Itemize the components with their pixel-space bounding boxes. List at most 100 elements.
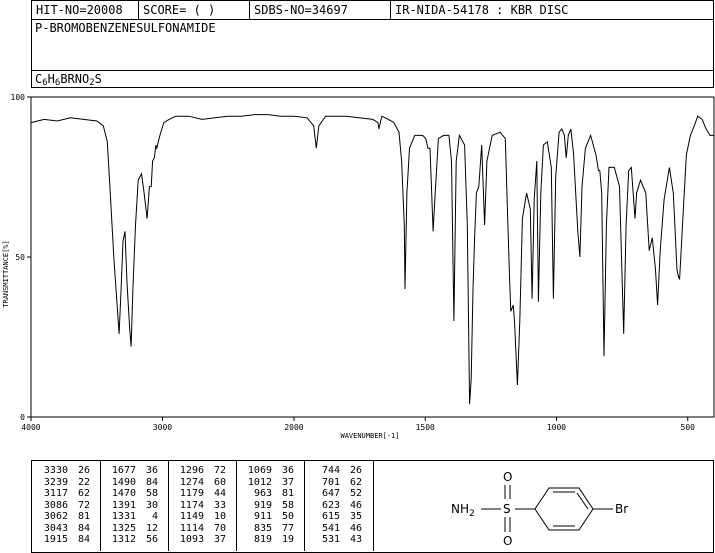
- compound-name: P-BROMOBENZENESULFONAMIDE: [35, 21, 216, 35]
- peak-transmittance: 22: [77, 476, 90, 488]
- peak-wavenumber: 3117: [43, 488, 68, 499]
- peak-transmittance: 72: [213, 465, 226, 476]
- peak-wavenumber: 1179: [179, 488, 204, 499]
- peak-wavenumber: 615: [321, 511, 340, 522]
- peak-transmittance: 10: [213, 511, 226, 522]
- peak-row: 1093 37: [168, 534, 236, 545]
- peak-wavenumber: 819: [253, 534, 272, 545]
- peak-transmittance: 81: [281, 488, 294, 499]
- peak-wavenumber: 701: [321, 476, 340, 488]
- peak-transmittance: 35: [349, 511, 362, 522]
- peak-transmittance: 36: [145, 465, 158, 476]
- peak-row: 1174 33: [168, 500, 236, 511]
- peak-transmittance: 77: [281, 522, 294, 534]
- peak-transmittance: 46: [349, 522, 362, 534]
- peak-wavenumber: 1312: [111, 534, 136, 545]
- peak-row: 1274 60: [168, 477, 236, 488]
- peak-transmittance: 4: [151, 511, 158, 522]
- peak-column: 744 26 701 62 647 52 623 46 615 35 541 46 531 43: [304, 461, 372, 551]
- peak-transmittance: 30: [145, 499, 158, 511]
- peak-table-box: 3330 26 3239 22 3117 62 3086 72 3062 81 3043 84 1915…: [31, 460, 714, 553]
- oxygen-top-label: O: [503, 470, 512, 484]
- peak-row: 1149 10: [168, 511, 236, 522]
- peak-wavenumber: 1391: [111, 499, 136, 511]
- y-axis-label: TRANSMITTANCE[%]: [2, 240, 10, 307]
- peak-row: 3330 26: [32, 465, 100, 476]
- peak-transmittance: 26: [349, 465, 362, 476]
- peak-row: 911 50: [236, 511, 304, 522]
- sdbs-number: SDBS-NO=34697: [254, 3, 348, 17]
- plot-frame: [30, 96, 715, 418]
- peak-row: 1677 36: [100, 465, 168, 476]
- peak-wavenumber: 1174: [179, 499, 204, 511]
- peak-wavenumber: 1012: [247, 476, 272, 488]
- y-axis-ticks: 0 50 100: [11, 93, 31, 422]
- compound-name-box: P-BROMOBENZENESULFONAMIDE: [31, 19, 714, 71]
- peak-row: 1325 12: [100, 523, 168, 534]
- peak-row: 647 52: [304, 488, 372, 499]
- peak-wavenumber: 3086: [43, 499, 68, 511]
- peak-row: 963 81: [236, 488, 304, 499]
- peak-row: 1490 84: [100, 477, 168, 488]
- peak-wavenumber: 835: [253, 522, 272, 534]
- peak-transmittance: 60: [213, 476, 226, 488]
- peak-column-divider: [100, 461, 101, 551]
- molecular-formula: C6H6BRNO2S: [35, 72, 102, 88]
- ir-nida: IR-NIDA-54178 : KBR DISC: [395, 3, 569, 17]
- peak-row: 1331 4: [100, 511, 168, 522]
- peak-row: 3086 72: [32, 500, 100, 511]
- peak-transmittance: 62: [349, 476, 362, 488]
- x-tick-label: 500: [681, 423, 696, 432]
- peak-row: 744 26: [304, 465, 372, 476]
- peak-transmittance: 84: [77, 534, 90, 545]
- peak-transmittance: 84: [77, 522, 90, 534]
- peak-wavenumber: 1325: [111, 522, 136, 534]
- peak-transmittance: 70: [213, 522, 226, 534]
- peak-column-divider: [168, 461, 169, 551]
- peak-transmittance: 56: [145, 534, 158, 545]
- y-tick-label: 100: [11, 93, 26, 102]
- score: SCORE= ( ): [143, 3, 216, 17]
- peak-row: 3043 84: [32, 523, 100, 534]
- peak-wavenumber: 1114: [179, 522, 204, 534]
- bromine-label: Br: [615, 502, 628, 516]
- peak-wavenumber: 963: [253, 488, 272, 499]
- peak-wavenumber: 1490: [111, 476, 136, 488]
- peak-transmittance: 36: [281, 465, 294, 476]
- peak-wavenumber: 744: [321, 465, 340, 476]
- peak-column: 1296 72 1274 60 1179 44 1174 33 1149 10 1114 70 1093…: [168, 461, 236, 551]
- peak-wavenumber: 623: [321, 499, 340, 511]
- peak-transmittance: 19: [281, 534, 294, 545]
- peak-row: 1391 30: [100, 500, 168, 511]
- peak-wavenumber: 1677: [111, 465, 136, 476]
- chemical-structure: NH2 S O O Br: [451, 470, 628, 548]
- peak-column: 3330 26 3239 22 3117 62 3086 72 3062 81 3043 84 1915…: [32, 461, 100, 551]
- peak-column: 1069 36 1012 37 963 81 919 58 911 50 835 77 819 19: [236, 461, 304, 551]
- peak-transmittance: 81: [77, 511, 90, 522]
- peak-wavenumber: 3062: [43, 511, 68, 522]
- hit-number: HIT-NO=20008: [36, 3, 123, 17]
- peak-transmittance: 58: [145, 488, 158, 499]
- peak-transmittance: 37: [213, 534, 226, 545]
- formula-box: C6H6BRNO2S: [31, 70, 714, 88]
- x-tick-label: 1500: [416, 423, 435, 432]
- peak-row: 1179 44: [168, 488, 236, 499]
- peak-wavenumber: 919: [253, 499, 272, 511]
- peak-wavenumber: 1470: [111, 488, 136, 499]
- y-tick-label: 0: [20, 413, 25, 422]
- x-tick-label: 2000: [284, 423, 303, 432]
- peak-row: 701 62: [304, 477, 372, 488]
- benzene-ring: [534, 487, 594, 531]
- peak-wavenumber: 531: [321, 534, 340, 545]
- peak-transmittance: 37: [281, 476, 294, 488]
- peak-column-divider: [304, 461, 305, 551]
- peak-row: 1012 37: [236, 477, 304, 488]
- x-axis-label: WAVENUMBER[-1]: [340, 432, 399, 440]
- peak-transmittance: 72: [77, 499, 90, 511]
- header-bar: HIT-NO=20008 SCORE= ( ) SDBS-NO=34697 IR…: [31, 0, 714, 20]
- peak-wavenumber: 1149: [179, 511, 204, 522]
- peak-row: 623 46: [304, 500, 372, 511]
- nh2-label: NH2: [451, 502, 475, 519]
- peak-column: 1677 36 1490 84 1470 58 1391 30 1331 4 1325 12 1312 5…: [100, 461, 168, 551]
- peak-row: 1296 72: [168, 465, 236, 476]
